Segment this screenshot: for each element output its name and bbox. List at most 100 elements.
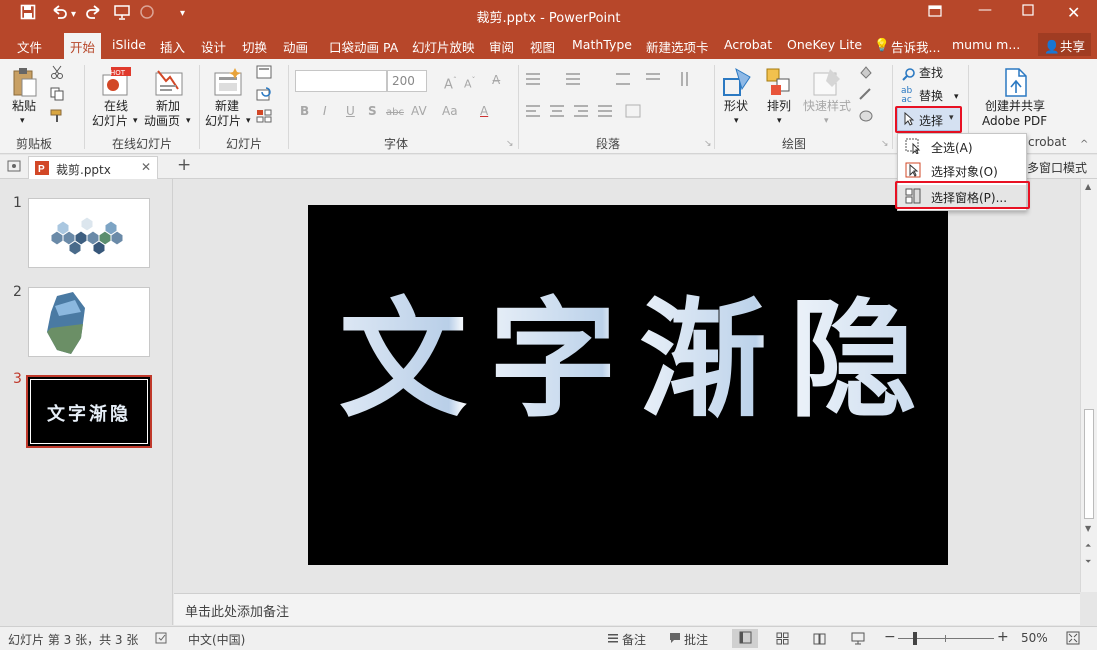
notes-button[interactable]: 备注 [622, 631, 646, 648]
close-tab-icon[interactable]: ✕ [141, 160, 151, 174]
tab-onekey[interactable]: OneKey Lite [787, 37, 862, 52]
comments-button[interactable]: 批注 [684, 631, 708, 648]
shadow-button[interactable]: S [368, 104, 377, 119]
tab-design[interactable]: 设计 [201, 37, 226, 56]
char-spacing-button[interactable]: AV [411, 104, 427, 119]
paragraph-buttons-row1[interactable] [526, 71, 706, 90]
underline-button[interactable]: U [346, 104, 355, 119]
next-slide-icon[interactable]: ⏷ [1085, 557, 1091, 567]
maximize-icon[interactable] [1022, 4, 1034, 20]
new-tab-icon[interactable]: + [177, 155, 191, 175]
section-icon[interactable] [256, 109, 272, 126]
new-anim-line2[interactable]: 动画页 [144, 114, 180, 129]
scroll-up-icon[interactable]: ▲ [1085, 182, 1091, 191]
new-slide-dropdown-icon[interactable]: ▾ [246, 114, 251, 129]
panel-toggle-icon[interactable] [7, 159, 21, 176]
comments-icon[interactable] [668, 631, 682, 648]
new-slide-icon[interactable] [213, 67, 243, 102]
arrange-icon[interactable] [765, 67, 793, 102]
quick-styles-icon[interactable] [812, 67, 842, 102]
find-button[interactable]: 查找 [919, 66, 943, 81]
fit-to-window-icon[interactable] [1066, 631, 1080, 648]
tell-me-search[interactable]: 告诉我... [891, 37, 940, 56]
font-name-input[interactable] [295, 70, 387, 92]
collapse-ribbon-icon[interactable]: ^ [1080, 137, 1088, 152]
find-icon[interactable] [902, 67, 916, 84]
close-icon[interactable]: ✕ [1067, 3, 1080, 22]
zoom-out-icon[interactable]: − [884, 629, 896, 645]
tab-insert[interactable]: 插入 [160, 37, 185, 56]
replace-button[interactable]: 替换 [919, 89, 943, 104]
tab-home[interactable]: 开始 [64, 33, 102, 59]
layout-icon[interactable] [256, 65, 272, 82]
scroll-down-icon[interactable]: ▼ [1085, 524, 1091, 533]
minimize-icon[interactable]: — [978, 2, 992, 18]
new-slide-line1[interactable]: 新建 [215, 99, 239, 114]
spellcheck-icon[interactable] [155, 631, 169, 648]
shape-outline-icon[interactable] [858, 87, 874, 104]
slide-thumbnail-2[interactable] [28, 287, 150, 357]
paragraph-buttons-row2[interactable] [526, 104, 686, 121]
shape-effects-icon[interactable] [858, 109, 874, 126]
slide-thumbnail-1[interactable] [28, 198, 150, 268]
tab-review[interactable]: 审阅 [489, 37, 514, 56]
slide-thumbnail-3[interactable]: 文字渐隐 [26, 375, 152, 448]
vertical-scrollbar[interactable]: ▲ ▼ ⏶ ⏷ [1080, 179, 1097, 592]
slide-title-text[interactable]: 文字渐隐 [308, 291, 948, 431]
reset-icon[interactable] [256, 87, 272, 104]
quick-styles-dropdown-icon[interactable]: ▾ [824, 114, 829, 129]
normal-view-button[interactable] [732, 629, 758, 648]
tab-slideshow[interactable]: 幻灯片放映 [412, 37, 475, 56]
format-painter-icon[interactable] [50, 109, 64, 126]
document-tab[interactable]: P 裁剪.pptx ✕ [28, 156, 158, 179]
new-anim-dropdown-icon[interactable]: ▾ [186, 114, 191, 129]
font-size-input[interactable]: 200 [387, 70, 427, 92]
ribbon-display-icon[interactable] [928, 4, 942, 22]
paste-dropdown-icon[interactable]: ▾ [20, 114, 25, 129]
strikethrough-button[interactable]: abc [386, 105, 404, 120]
arrange-dropdown-icon[interactable]: ▾ [777, 114, 782, 129]
clear-format-icon[interactable]: A̶ [492, 73, 500, 88]
tab-islide[interactable]: iSlide [112, 37, 146, 52]
copy-icon[interactable] [50, 87, 64, 104]
online-slides-line2[interactable]: 幻灯片 [92, 114, 128, 129]
create-pdf-line1[interactable]: 创建并共享 [985, 99, 1045, 114]
replace-dropdown-icon[interactable]: ▾ [954, 90, 959, 105]
menu-item-select-all[interactable]: 全选(A) [898, 135, 1026, 157]
tab-file[interactable]: 文件 [17, 37, 42, 56]
new-animation-page-icon[interactable] [154, 67, 184, 102]
multiwindow-mode-button[interactable]: 多窗口模式 [1027, 159, 1087, 176]
create-pdf-line2[interactable]: Adobe PDF [982, 114, 1047, 129]
scrollbar-thumb[interactable] [1084, 409, 1094, 519]
notes-icon[interactable] [606, 631, 620, 648]
share-button[interactable]: 👤共享 [1038, 33, 1091, 56]
online-slides-line1[interactable]: 在线 [104, 99, 128, 114]
paste-button[interactable]: 粘贴 [12, 99, 36, 114]
shrink-font-icon[interactable]: Aˇ [464, 73, 476, 92]
previous-slide-icon[interactable]: ⏶ [1085, 541, 1091, 551]
online-slides-dropdown-icon[interactable]: ▾ [133, 114, 138, 129]
font-color-icon[interactable]: A [480, 104, 488, 119]
zoom-slider-handle[interactable] [913, 632, 917, 645]
tab-view[interactable]: 视图 [530, 37, 555, 56]
tab-new[interactable]: 新建选项卡 [646, 37, 709, 56]
paste-icon[interactable] [12, 67, 38, 102]
notes-placeholder[interactable]: 单击此处添加备注 [185, 601, 289, 620]
tab-mathtype[interactable]: MathType [572, 37, 632, 52]
zoom-level[interactable]: 50% [1021, 631, 1048, 645]
bold-button[interactable]: B [300, 104, 309, 119]
language-indicator[interactable]: 中文(中国) [188, 631, 245, 648]
notes-pane[interactable]: 单击此处添加备注 [174, 593, 1080, 625]
tab-pocket-animation[interactable]: 口袋动画 PA [329, 37, 398, 56]
grow-font-icon[interactable]: Aˆ [444, 73, 457, 92]
tab-transitions[interactable]: 切换 [242, 37, 267, 56]
slide-canvas[interactable]: 文字渐隐 [308, 205, 948, 565]
reading-view-icon[interactable] [813, 632, 826, 648]
change-case-button[interactable]: Aa [442, 104, 458, 119]
new-anim-line1[interactable]: 新加 [156, 99, 180, 114]
tab-acrobat[interactable]: Acrobat [724, 37, 772, 52]
quick-styles-button[interactable]: 快速样式 [803, 99, 851, 114]
new-slide-line2[interactable]: 幻灯片 [205, 114, 241, 129]
font-dialog-launcher-icon[interactable]: ↘ [506, 137, 514, 152]
zoom-in-icon[interactable]: + [997, 629, 1009, 645]
